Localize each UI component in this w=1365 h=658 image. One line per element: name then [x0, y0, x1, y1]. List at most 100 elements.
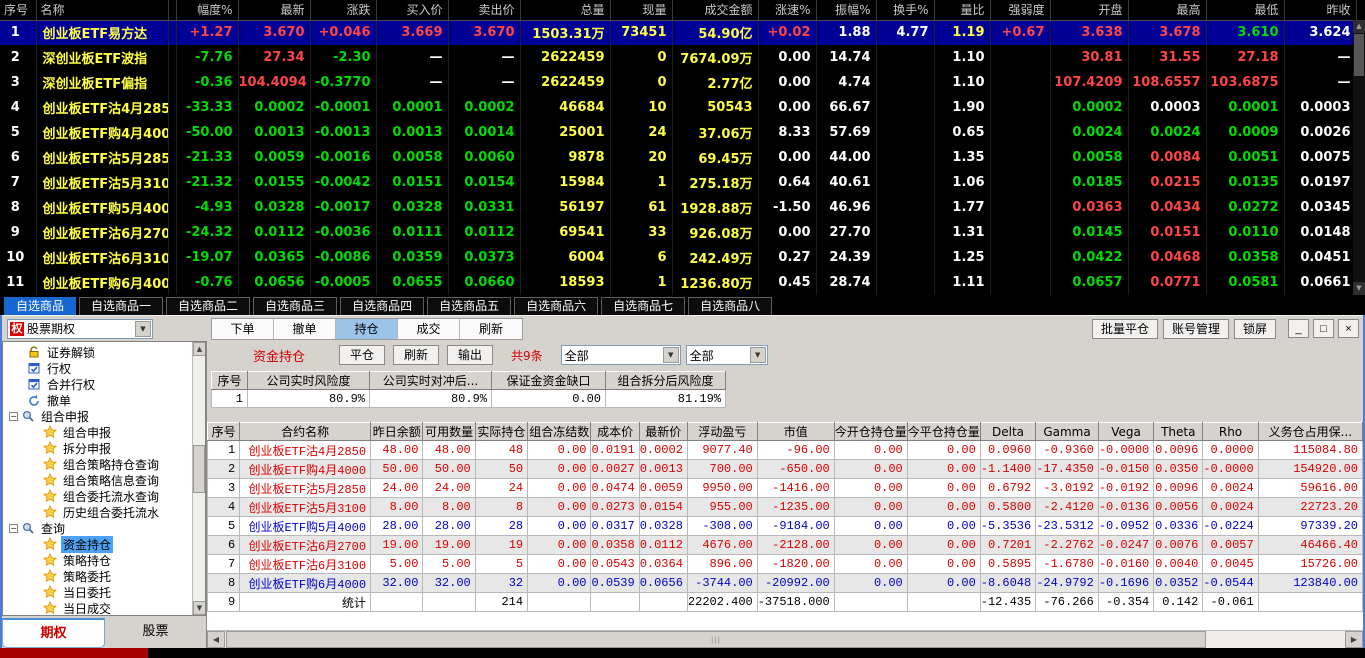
risk-column-header[interactable]: 公司实时对冲后...: [369, 371, 492, 390]
scroll-down-icon[interactable]: ▼: [1353, 282, 1365, 295]
watchlist-tab-0[interactable]: 自选商品: [4, 297, 77, 315]
positions-row[interactable]: 4 创业板ETF沽5月3100 8.00 8.00 8 0.00 0.0273 0.0154 9…: [207, 497, 1363, 517]
watchlist-tab-2[interactable]: 自选商品二: [166, 297, 251, 315]
collapse-icon[interactable]: −: [9, 523, 18, 533]
quote-row[interactable]: 10 创业板ETF沽6月3100 -19.07 0.0365 -0.0086 0.0359…: [0, 245, 1357, 270]
quote-column-header[interactable]: 最低: [1206, 0, 1285, 21]
order-button-下单[interactable]: 下单: [212, 318, 274, 339]
scroll-down-icon[interactable]: ▼: [193, 601, 205, 615]
sidebar-item[interactable]: 组合策略持仓查询: [3, 456, 192, 472]
positions-column-header[interactable]: 可用数量: [422, 422, 476, 441]
watchlist-tab-8[interactable]: 自选商品八: [688, 297, 773, 315]
positions-column-header[interactable]: 市值: [756, 422, 835, 441]
sidebar-item[interactable]: 策略持仓: [3, 552, 192, 568]
scroll-right-icon[interactable]: ▶: [1345, 631, 1363, 648]
order-button-持仓[interactable]: 持仓: [336, 318, 398, 339]
quote-column-header[interactable]: 现量: [610, 0, 673, 21]
filter-select-1[interactable]: 全部 ▼: [560, 345, 681, 365]
quote-column-header[interactable]: 昨收: [1284, 0, 1357, 21]
positions-column-header[interactable]: 组合冻结数: [527, 422, 592, 441]
quote-column-header[interactable]: 成交金额: [672, 0, 759, 21]
sidebar-item[interactable]: 合并行权: [3, 376, 192, 392]
sidebar-item[interactable]: 组合策略信息查询: [3, 472, 192, 488]
positions-row[interactable]: 7 创业板ETF沽6月3100 5.00 5.00 5 0.00 0.0543 0.0364 8…: [207, 554, 1363, 574]
minimize-button[interactable]: _: [1288, 319, 1309, 338]
chevron-down-icon[interactable]: ▼: [749, 347, 766, 363]
order-button-成交[interactable]: 成交: [398, 318, 460, 339]
funds-button-输出[interactable]: 输出: [447, 345, 494, 365]
sidebar-item[interactable]: 策略委托: [3, 568, 192, 584]
sidebar-item[interactable]: 拆分申报: [3, 440, 192, 456]
sidebar-item[interactable]: 组合委托流水查询: [3, 488, 192, 504]
close-button[interactable]: ×: [1338, 319, 1359, 338]
risk-column-header[interactable]: 保证金资金缺口: [491, 371, 606, 390]
sidebar-item[interactable]: 行权: [3, 360, 192, 376]
chevron-down-icon[interactable]: ▼: [662, 347, 679, 363]
maximize-button[interactable]: □: [1313, 319, 1334, 338]
quote-row[interactable]: 9 创业板ETF沽6月2700 -24.32 0.0112 -0.0036 0.0111 0…: [0, 220, 1357, 245]
quote-row[interactable]: 8 创业板ETF购5月4000 -4.93 0.0328 -0.0017 0.0328 0.…: [0, 195, 1357, 220]
quote-row[interactable]: 7 创业板ETF沽5月3100 -21.32 0.0155 -0.0042 0.0151 0…: [0, 170, 1357, 195]
watchlist-tab-4[interactable]: 自选商品四: [340, 297, 425, 315]
quote-column-header[interactable]: 幅度%: [176, 0, 239, 21]
quote-column-header[interactable]: 最新: [238, 0, 311, 21]
account-type-select[interactable]: 权 股票期权 ▼: [7, 318, 153, 339]
quote-column-header[interactable]: 强弱度: [990, 0, 1051, 21]
sidebar-item[interactable]: 证券解锁: [3, 344, 192, 360]
positions-column-header[interactable]: 今开仓持仓量: [833, 422, 908, 441]
collapse-icon[interactable]: −: [9, 411, 18, 421]
risk-row[interactable]: 1 80.9% 80.9% 0.00 81.19%: [211, 389, 726, 408]
scroll-left-icon[interactable]: ◀: [207, 631, 225, 648]
sidebar-item[interactable]: 当日成交: [3, 600, 192, 615]
positions-row[interactable]: 3 创业板ETF沽5月2850 24.00 24.00 24 0.00 0.0474 0.00…: [207, 478, 1363, 498]
quote-column-header[interactable]: 涨跌: [310, 0, 377, 21]
quote-row[interactable]: 1 创业板ETF易方达 +1.27 3.670 +0.046 3.669 3.670 1503…: [0, 20, 1357, 45]
order-button-撤单[interactable]: 撤单: [274, 318, 336, 339]
funds-button-刷新[interactable]: 刷新: [393, 345, 440, 365]
quote-column-header[interactable]: 开盘: [1050, 0, 1129, 21]
positions-column-header[interactable]: 合约名称: [239, 422, 372, 441]
risk-column-header[interactable]: 组合拆分后风险度: [605, 371, 726, 390]
quote-column-header[interactable]: 量比: [934, 0, 991, 21]
positions-column-header[interactable]: 义务仓占用保...: [1257, 422, 1363, 441]
positions-row[interactable]: 1 创业板ETF沽4月2850 48.00 48.00 48 0.00 0.0191 0.00…: [207, 440, 1363, 460]
filter-select-2[interactable]: 全部 ▼: [685, 345, 768, 365]
sidebar-item[interactable]: 组合申报: [3, 424, 192, 440]
positions-row[interactable]: 6 创业板ETF沽6月2700 19.00 19.00 19 0.00 0.0358 0.01…: [207, 535, 1363, 555]
watchlist-tab-6[interactable]: 自选商品六: [514, 297, 599, 315]
positions-column-header[interactable]: 序号: [207, 422, 241, 441]
quote-column-header[interactable]: 名称: [36, 0, 169, 21]
watchlist-tab-7[interactable]: 自选商品七: [601, 297, 686, 315]
sidebar-item[interactable]: 历史组合委托流水: [3, 504, 192, 520]
watchlist-tab-3[interactable]: 自选商品三: [253, 297, 338, 315]
chevron-down-icon[interactable]: ▼: [135, 320, 151, 337]
quote-column-header[interactable]: 涨速%: [758, 0, 817, 21]
scrollbar-thumb[interactable]: |||: [226, 631, 1206, 648]
risk-column-header[interactable]: 公司实时风险度: [247, 371, 370, 390]
positions-column-header[interactable]: 成本价: [590, 422, 640, 441]
positions-column-header[interactable]: Gamma: [1035, 422, 1099, 441]
watchlist-tab-5[interactable]: 自选商品五: [427, 297, 512, 315]
quote-row[interactable]: 11 创业板ETF购6月4000 -0.76 0.0656 -0.0005 0.0655 0…: [0, 270, 1357, 295]
quote-vertical-scrollbar[interactable]: ▲ ▼: [1353, 20, 1365, 295]
quote-column-header[interactable]: 买入价: [376, 0, 449, 21]
quote-column-header[interactable]: 卖出价: [448, 0, 521, 21]
quote-column-header[interactable]: 最高: [1128, 0, 1207, 21]
toolbar-button-锁屏[interactable]: 锁屏: [1233, 318, 1276, 339]
quote-column-header[interactable]: 总量: [520, 0, 611, 21]
sidebar-item[interactable]: − 组合申报: [3, 408, 192, 424]
sidebar-item[interactable]: 撤单: [3, 392, 192, 408]
positions-row[interactable]: 5 创业板ETF购5月4000 28.00 28.00 28 0.00 0.0317 0.03…: [207, 516, 1363, 536]
quote-row[interactable]: 3 深创业板ETF偏指 -0.36 104.4094 -0.3770— —2622459 0…: [0, 70, 1357, 95]
quote-column-header[interactable]: 序号: [0, 0, 37, 21]
positions-column-header[interactable]: Rho: [1202, 422, 1259, 441]
quote-row[interactable]: 2 深创业板ETF波指 -7.76 27.34 -2.30— —2622459 0 7674.…: [0, 45, 1357, 70]
risk-column-header[interactable]: 序号: [211, 371, 248, 390]
quote-row[interactable]: 4 创业板ETF沽4月2850 -33.33 0.0002 -0.0001 0.0001 0…: [0, 95, 1357, 120]
sidebar-item[interactable]: − 查询: [3, 520, 192, 536]
positions-column-header[interactable]: 实际持仓: [474, 422, 529, 441]
horizontal-scrollbar[interactable]: ◀ ||| ▶: [207, 630, 1363, 648]
tree-vertical-scrollbar[interactable]: ▲ ▼: [192, 342, 205, 615]
toolbar-button-批量平仓[interactable]: 批量平仓: [1091, 318, 1158, 339]
positions-column-header[interactable]: Theta: [1153, 422, 1204, 441]
